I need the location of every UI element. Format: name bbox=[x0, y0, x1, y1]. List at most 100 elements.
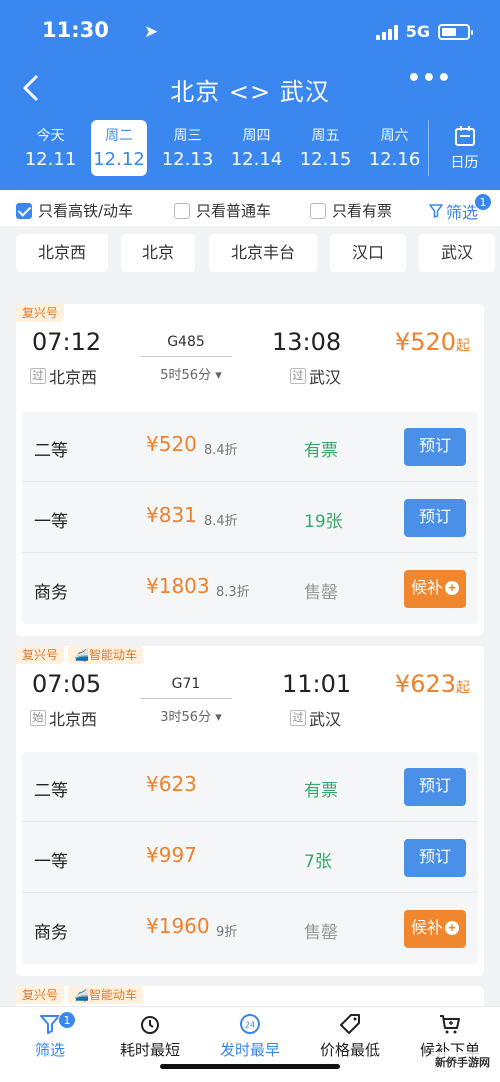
seat-class: 一等 bbox=[34, 512, 68, 532]
station-name: 北京西 bbox=[49, 710, 98, 729]
station-chip[interactable]: 汉口 bbox=[330, 234, 406, 272]
book-button[interactable]: 预订 bbox=[404, 499, 466, 537]
seat-class: 一等 bbox=[34, 852, 68, 872]
train-icon: 🚄 bbox=[74, 648, 89, 662]
date-tab-2[interactable]: 周三 12.13 bbox=[153, 120, 222, 176]
waitlist-label: 候补 bbox=[410, 920, 443, 937]
station-name: 武汉 bbox=[309, 368, 342, 387]
tab-shortest[interactable]: 耗时最短 bbox=[100, 1013, 200, 1060]
date-selector: 今天 12.11 周二 12.12 周三 12.13 周四 12.14 周五 1… bbox=[16, 120, 429, 176]
seat-discount: 8.3折 bbox=[216, 585, 250, 600]
station-name: 武汉 bbox=[309, 710, 342, 729]
plus-circle-icon: + bbox=[445, 581, 459, 595]
duration[interactable]: 5时56分 ▾ bbox=[136, 364, 246, 383]
date-day: 12.13 bbox=[161, 149, 214, 170]
calendar-button[interactable]: 日历 bbox=[428, 120, 500, 176]
date-weekday: 周四 bbox=[242, 128, 271, 144]
pass-mark: 过 bbox=[290, 710, 306, 726]
seat-availability: 有票 bbox=[304, 441, 338, 461]
arrive-time: 11:01 bbox=[282, 670, 352, 698]
seat-price: ¥997 bbox=[146, 843, 197, 867]
plus-circle-icon: + bbox=[445, 921, 459, 935]
station-chip[interactable]: 北京 bbox=[121, 234, 195, 272]
seat-price: ¥831 bbox=[146, 503, 197, 527]
filter-label: 只看普通车 bbox=[196, 202, 272, 220]
seat-availability: 售罄 bbox=[304, 583, 338, 603]
smart-train-tag: 🚄智能动车 bbox=[68, 986, 143, 1004]
price-suffix: 起 bbox=[456, 338, 470, 354]
date-tab-4[interactable]: 周五 12.15 bbox=[291, 120, 360, 176]
route-line bbox=[140, 356, 232, 357]
home-indicator bbox=[160, 1064, 340, 1069]
more-options-button[interactable]: ••• bbox=[407, 66, 452, 91]
seat-row: 一等 ¥831 8.4折 19张 预订 bbox=[22, 483, 478, 553]
tab-earliest[interactable]: 24 发时最早 bbox=[200, 1013, 300, 1060]
checkbox-icon bbox=[174, 202, 190, 219]
seat-class: 商务 bbox=[34, 583, 68, 603]
book-button[interactable]: 预订 bbox=[404, 768, 466, 806]
tag-label: 智能动车 bbox=[88, 648, 137, 662]
train-card[interactable]: 复兴号 🚄智能动车 07:05 G71 11:01 ¥623起 始北京西 3时5… bbox=[16, 646, 484, 976]
seat-row: 二等 ¥623 有票 预订 bbox=[22, 752, 478, 822]
station-filter-row: 北京西 北京 北京丰台 汉口 武汉 bbox=[0, 226, 500, 282]
seat-row: 商务 ¥1960 9折 售罄 候补 + bbox=[22, 894, 478, 964]
seat-discount: 8.4折 bbox=[204, 443, 238, 458]
date-weekday: 周三 bbox=[173, 128, 202, 144]
seat-class: 商务 bbox=[34, 923, 68, 943]
lowest-price: ¥520起 bbox=[395, 328, 470, 356]
station-chip[interactable]: 北京丰台 bbox=[209, 234, 317, 272]
station-chip[interactable]: 武汉 bbox=[419, 234, 495, 272]
filter-funnel-icon bbox=[429, 204, 443, 218]
screen-button[interactable]: 筛选 1 bbox=[429, 193, 492, 223]
smart-train-tag: 🚄智能动车 bbox=[68, 646, 143, 664]
book-button[interactable]: 预订 bbox=[404, 428, 466, 466]
tab-label: 耗时最短 bbox=[119, 1041, 180, 1059]
clock-24-icon: 24 bbox=[240, 1014, 260, 1034]
date-weekday: 今天 bbox=[36, 128, 65, 144]
filter-label: 只看高铁/动车 bbox=[38, 202, 134, 220]
filter-high-speed[interactable]: 只看高铁/动车 bbox=[16, 200, 133, 221]
checkbox-checked-icon bbox=[16, 202, 32, 219]
network-type: 5G bbox=[405, 22, 430, 41]
fuxing-tag: 复兴号 bbox=[16, 986, 65, 1004]
date-tab-5[interactable]: 周六 12.16 bbox=[360, 120, 429, 176]
waitlist-button[interactable]: 候补 + bbox=[404, 910, 466, 948]
seat-discount: 8.4折 bbox=[204, 514, 238, 529]
date-day: 12.15 bbox=[299, 149, 352, 170]
screen-badge: 1 bbox=[474, 193, 492, 211]
train-card[interactable]: 复兴号 07:12 G485 13:08 ¥520起 过北京西 5时56分 ▾ … bbox=[16, 304, 484, 636]
price-value: ¥520 bbox=[394, 328, 456, 356]
status-bar: 11:30 ➤ 5G bbox=[42, 18, 473, 48]
seat-row: 一等 ¥997 7张 预订 bbox=[22, 823, 478, 893]
checkbox-icon bbox=[310, 202, 326, 219]
price-tag-icon bbox=[340, 1014, 360, 1034]
price-suffix: 起 bbox=[456, 680, 470, 696]
seat-row: 商务 ¥1803 8.3折 售罄 候补 + bbox=[22, 554, 478, 624]
date-tab-3[interactable]: 周四 12.14 bbox=[222, 120, 291, 176]
date-tab-0[interactable]: 今天 12.11 bbox=[16, 120, 85, 176]
fuxing-tag: 复兴号 bbox=[16, 646, 65, 664]
duration[interactable]: 3时56分 ▾ bbox=[136, 706, 246, 725]
to-station: 过武汉 bbox=[290, 706, 341, 730]
caret-down-icon: ▾ bbox=[215, 710, 222, 725]
tab-cheapest[interactable]: 价格最低 bbox=[300, 1013, 400, 1060]
date-day: 12.14 bbox=[230, 149, 283, 170]
filter-normal[interactable]: 只看普通车 bbox=[174, 200, 271, 221]
seat-list: 二等 ¥623 有票 预订 一等 ¥997 7张 预订 商务 ¥1960 9折 … bbox=[22, 752, 478, 964]
header: 11:30 ➤ 5G 北京 <> 武汉 ••• 今天 12.11 周二 12.1… bbox=[0, 0, 500, 190]
tab-filter[interactable]: 筛选 1 bbox=[0, 1011, 100, 1060]
pass-mark: 过 bbox=[30, 368, 46, 384]
book-button[interactable]: 预订 bbox=[404, 839, 466, 877]
date-day: 12.12 bbox=[93, 149, 145, 170]
filter-available[interactable]: 只看有票 bbox=[310, 200, 392, 221]
waitlist-button[interactable]: 候补 + bbox=[404, 570, 466, 608]
seat-price: ¥1960 bbox=[146, 914, 210, 938]
route-line bbox=[140, 698, 232, 699]
battery-icon bbox=[438, 23, 473, 40]
tab-label: 发时最早 bbox=[219, 1041, 280, 1059]
station-chip[interactable]: 北京西 bbox=[16, 234, 108, 272]
date-tab-1[interactable]: 周二 12.12 bbox=[91, 120, 147, 176]
date-weekday: 周六 bbox=[380, 128, 409, 144]
signal-icon bbox=[375, 24, 398, 40]
lowest-price: ¥623起 bbox=[395, 670, 470, 698]
